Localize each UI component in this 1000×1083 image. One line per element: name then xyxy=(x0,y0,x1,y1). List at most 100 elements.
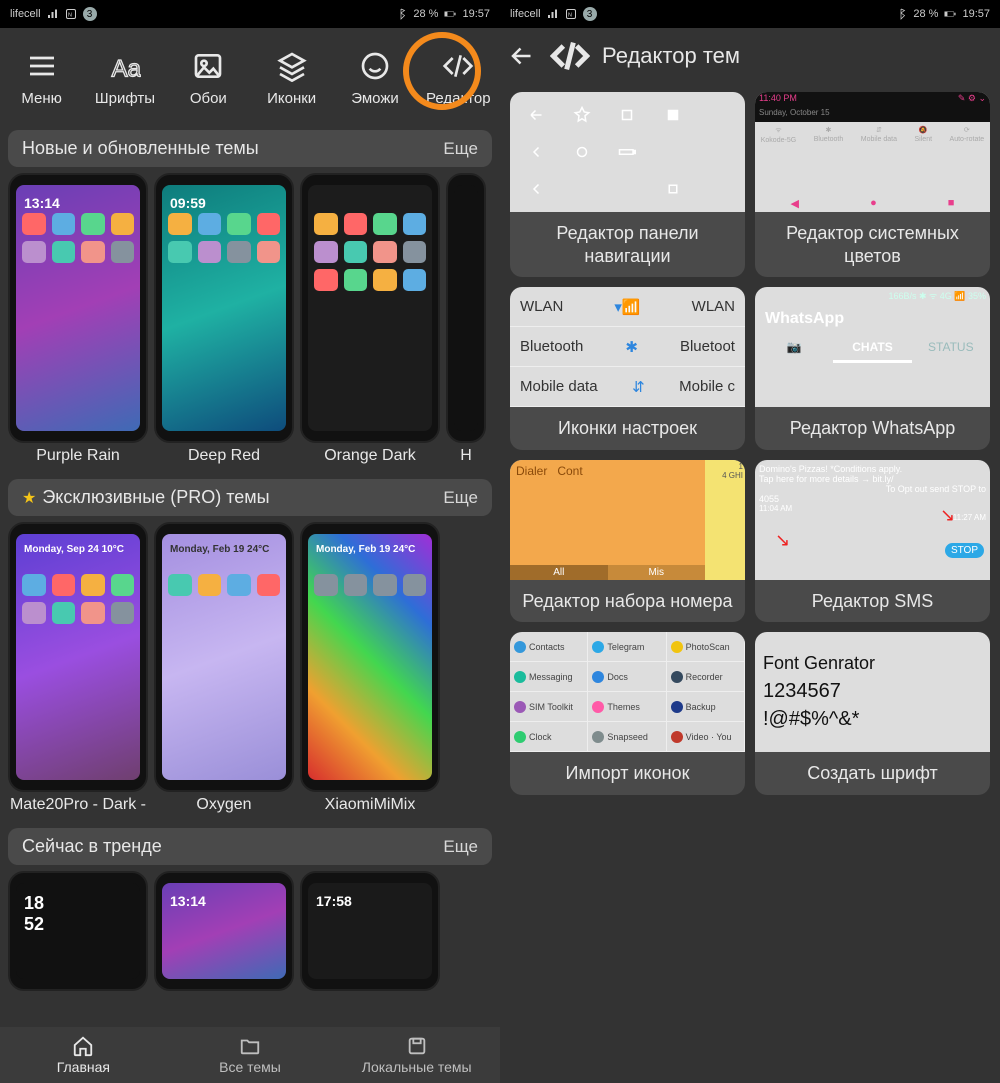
card-create-font[interactable]: Font Genrator 1234567 !@#$%^&* Создать ш… xyxy=(755,632,990,795)
back-arrow-icon[interactable] xyxy=(508,41,538,71)
theme-card[interactable]: 13:14 xyxy=(154,871,294,991)
battery-pct: 28 % xyxy=(913,8,938,20)
theme-card[interactable]: 18 52 xyxy=(8,871,148,991)
home-icon xyxy=(72,1035,94,1057)
status-bar: lifecell N 3 28 % 19:57 xyxy=(0,0,500,28)
card-nav-editor[interactable]: Редактор панели навигации xyxy=(510,92,745,277)
battery-icon xyxy=(944,8,956,20)
theme-name: Purple Rain xyxy=(36,447,120,465)
icons-label: Иконки xyxy=(267,90,316,107)
theme-card[interactable]: Monday, Sep 24 10°C Mate20Pro - Dark - xyxy=(8,522,148,814)
icons-button[interactable]: Иконки xyxy=(250,46,333,107)
card-sms[interactable]: Domino's Pizzas! *Conditions apply. Tap … xyxy=(755,460,990,623)
card-label: Редактор SMS xyxy=(755,580,990,623)
signal-icon xyxy=(547,8,559,20)
more-link[interactable]: Еще xyxy=(443,139,478,159)
sms-preview: Domino's Pizzas! *Conditions apply. Tap … xyxy=(755,460,990,580)
pro-themes-strip[interactable]: Monday, Sep 24 10°C Mate20Pro - Dark - M… xyxy=(0,522,500,822)
card-label: Редактор системных цветов xyxy=(755,212,990,277)
theme-clock: 17:58 xyxy=(316,893,352,909)
bottom-nav: Главная Все темы Локальные темы xyxy=(0,1027,500,1083)
code-icon xyxy=(442,50,474,82)
theme-card[interactable]: 09:59 Deep Red xyxy=(154,173,294,465)
app-icon-cell: Contacts xyxy=(510,632,588,662)
card-label: Редактор панели навигации xyxy=(510,212,745,277)
card-dialer[interactable]: DialerCont AllMis 1 4 GHI Редактор набор… xyxy=(510,460,745,623)
theme-name: XiaomiMiMix xyxy=(325,796,416,814)
theme-weather: Monday, Feb 19 24°C xyxy=(316,544,415,555)
theme-name: H xyxy=(460,447,472,465)
theme-name: Oxygen xyxy=(196,796,251,814)
app-icon-cell: SIM Toolkit xyxy=(510,692,588,722)
theme-card[interactable]: H xyxy=(446,173,486,465)
pro-themes-header[interactable]: ★Эксклюзивные (PRO) темы Еще xyxy=(8,479,492,516)
nav-label: Главная xyxy=(57,1059,110,1075)
theme-card[interactable]: Orange Dark xyxy=(300,173,440,465)
app-icon-cell: PhotoScan xyxy=(667,632,745,662)
card-import-icons[interactable]: ContactsTelegramPhotoScanMessagingDocsRe… xyxy=(510,632,745,795)
wallpaper-label: Обои xyxy=(190,90,227,107)
editor-button[interactable]: Редактор xyxy=(417,46,500,107)
card-label: Редактор набора номера xyxy=(510,580,745,623)
nav-local[interactable]: Локальные темы xyxy=(333,1027,500,1083)
app-icon-cell: Video · You xyxy=(667,722,745,752)
nav-home[interactable]: Главная xyxy=(0,1027,167,1083)
star-icon: ★ xyxy=(22,488,36,508)
card-label: Иконки настроек xyxy=(510,407,745,450)
theme-name: Mate20Pro - Dark - xyxy=(10,796,146,814)
nav-all[interactable]: Все темы xyxy=(167,1027,334,1083)
fonts-button[interactable]: Aa Шрифты xyxy=(83,46,166,107)
carrier-label: lifecell xyxy=(510,8,541,20)
app-icon-cell: Themes xyxy=(588,692,666,722)
imp-preview: ContactsTelegramPhotoScanMessagingDocsRe… xyxy=(510,632,745,752)
new-themes-strip[interactable]: 13:14 Purple Rain 09:59 Deep Red Orange … xyxy=(0,173,500,473)
theme-card[interactable]: Monday, Feb 19 24°C Oxygen xyxy=(154,522,294,814)
emoji-button[interactable]: Эможи xyxy=(333,46,416,107)
menu-button[interactable]: Меню xyxy=(0,46,83,107)
notif-count-badge: 3 xyxy=(83,7,97,21)
bluetooth-icon xyxy=(395,8,407,20)
menu-label: Меню xyxy=(21,90,62,107)
nav-label: Все темы xyxy=(219,1059,281,1075)
theme-card[interactable]: 17:58 xyxy=(300,871,440,991)
app-icon-cell: Docs xyxy=(588,662,666,692)
smile-icon xyxy=(359,50,391,82)
battery-pct: 28 % xyxy=(413,8,438,20)
top-toolbar: Меню Aa Шрифты Обои Иконки Эможи Редакто… xyxy=(0,28,500,124)
app-icon-cell: Messaging xyxy=(510,662,588,692)
card-whatsapp[interactable]: 166B/s ✱ ᯤ 4G 📶 35% WhatsApp 📷 CHATS STA… xyxy=(755,287,990,450)
svg-text:Aa: Aa xyxy=(112,55,141,81)
new-themes-header[interactable]: Новые и обновленные темы Еще xyxy=(8,130,492,167)
code-icon xyxy=(550,36,590,76)
more-link[interactable]: Еще xyxy=(443,837,478,857)
section-title: Новые и обновленные темы xyxy=(22,138,259,159)
card-settings-icons[interactable]: WLAN▾📶WLAN Bluetooth✱Bluetoot Mobile dat… xyxy=(510,287,745,450)
app-icon-cell: Snapseed xyxy=(588,722,666,752)
more-link[interactable]: Еще xyxy=(443,488,478,508)
theme-weather: Monday, Sep 24 10°C xyxy=(24,544,124,555)
wallpaper-button[interactable]: Обои xyxy=(167,46,250,107)
theme-name: Orange Dark xyxy=(324,447,416,465)
trending-header[interactable]: Сейчас в тренде Еще xyxy=(8,828,492,865)
wa-preview: 166B/s ✱ ᯤ 4G 📶 35% WhatsApp 📷 CHATS STA… xyxy=(755,287,990,407)
theme-card[interactable]: Monday, Feb 19 24°C XiaomiMiMix xyxy=(300,522,440,814)
battery-icon xyxy=(444,8,456,20)
sys-preview: 11:40 PM✎ ⚙ ⌄ Sunday, October 15 ᯤKokode… xyxy=(755,92,990,212)
section-title: ★Эксклюзивные (PRO) темы xyxy=(22,487,270,508)
theme-clock: 09:59 xyxy=(170,195,206,211)
emoji-label: Эможи xyxy=(351,90,399,107)
clock: 19:57 xyxy=(462,8,490,20)
theme-card[interactable]: 13:14 Purple Rain xyxy=(8,173,148,465)
dial-preview: DialerCont AllMis 1 4 GHI xyxy=(510,460,745,580)
card-label: Редактор WhatsApp xyxy=(755,407,990,450)
svg-text:N: N xyxy=(68,13,72,19)
theme-clock: 13:14 xyxy=(24,195,60,211)
svg-text:N: N xyxy=(568,13,572,19)
card-sys-colors[interactable]: 11:40 PM✎ ⚙ ⌄ Sunday, October 15 ᯤKokode… xyxy=(755,92,990,277)
signal-icon xyxy=(47,8,59,20)
font-preview: Font Genrator 1234567 !@#$%^&* xyxy=(755,632,990,752)
card-label: Импорт иконок xyxy=(510,752,745,795)
trending-strip[interactable]: 18 52 13:14 17:58 xyxy=(0,871,500,999)
nav-preview xyxy=(510,92,745,212)
clock: 19:57 xyxy=(962,8,990,20)
